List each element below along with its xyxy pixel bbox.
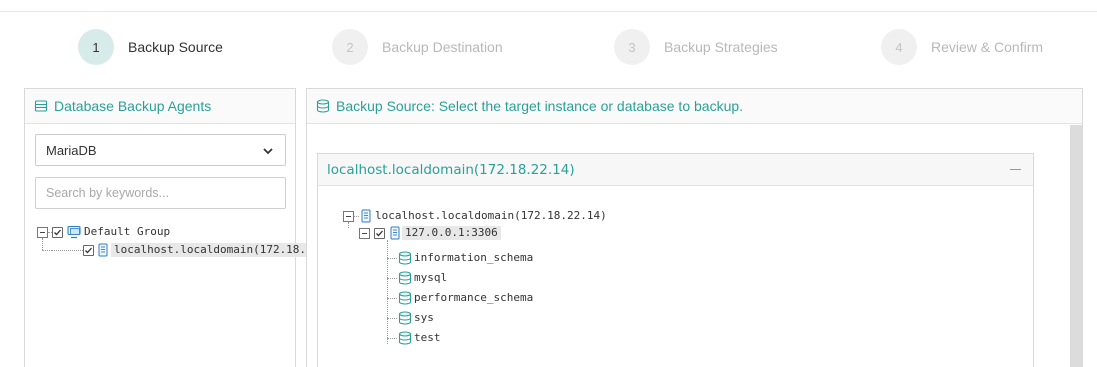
db-item[interactable]: sys — [414, 311, 434, 325]
agents-panel-header: Database Backup Agents — [25, 89, 295, 124]
tree-connector — [387, 298, 397, 299]
database-icon — [398, 311, 412, 330]
tree-connector — [387, 338, 397, 339]
agents-icon — [34, 99, 48, 113]
backup-source-panel: Backup Source: Select the target instanc… — [306, 88, 1083, 367]
step-1-label: Backup Source — [128, 39, 223, 55]
tree-connector — [52, 250, 83, 251]
step-1[interactable]: 1 Backup Source — [78, 29, 223, 65]
server-icon — [361, 209, 371, 228]
agents-panel-title: Database Backup Agents — [54, 98, 212, 114]
database-icon — [398, 291, 412, 310]
backup-source-title: Backup Source: Select the target instanc… — [336, 98, 744, 114]
db-item[interactable]: test — [414, 331, 441, 345]
db-item[interactable]: mysql — [414, 271, 447, 285]
database-icon — [316, 99, 330, 113]
db-item[interactable]: performance_schema — [414, 291, 533, 305]
step-2-number: 2 — [332, 29, 368, 65]
tree-connector — [42, 238, 43, 250]
step-2-label: Backup Destination — [382, 39, 503, 55]
tree-connector — [387, 258, 397, 259]
server-icon — [390, 226, 400, 245]
server-icon — [98, 243, 108, 262]
database-icon — [398, 251, 412, 270]
group-label[interactable]: Default Group — [84, 225, 170, 239]
step-3-number: 3 — [614, 29, 650, 65]
host-label[interactable]: localhost.localdomain(172.18. — [111, 243, 310, 257]
step-4-number: 4 — [881, 29, 917, 65]
step-2[interactable]: 2 Backup Destination — [332, 29, 503, 65]
collapse-button[interactable] — [1010, 169, 1021, 170]
db-item[interactable]: information_schema — [414, 251, 533, 265]
tree-connector — [42, 250, 52, 251]
instance-box: localhost.localdomain(172.18.22.14) loca… — [317, 153, 1034, 367]
tree-connector — [387, 278, 397, 279]
monitor-group-icon — [67, 225, 81, 244]
backup-source-header: Backup Source: Select the target instanc… — [307, 89, 1082, 124]
group-expander[interactable] — [37, 227, 48, 238]
root-label[interactable]: localhost.localdomain(172.18.22.14) — [375, 209, 607, 223]
root-expander[interactable] — [343, 211, 354, 222]
chevron-down-icon — [262, 145, 274, 157]
top-divider — [0, 11, 1097, 12]
host-checkbox[interactable] — [83, 245, 94, 256]
step-3-label: Backup Strategies — [664, 39, 778, 55]
tree-connector — [387, 240, 388, 344]
vertical-scrollbar[interactable] — [1070, 125, 1082, 367]
instance-header: localhost.localdomain(172.18.22.14) — [318, 154, 1033, 186]
agents-panel: Database Backup Agents MariaDB Default G… — [24, 88, 310, 367]
group-checkbox[interactable] — [52, 227, 63, 238]
agent-type-value: MariaDB — [46, 142, 97, 158]
port-checkbox[interactable] — [374, 228, 385, 239]
port-label[interactable]: 127.0.0.1:3306 — [402, 226, 501, 240]
tree-connector — [348, 222, 349, 228]
tree-connector — [387, 318, 397, 319]
port-expander[interactable] — [359, 228, 370, 239]
instance-header-label: localhost.localdomain(172.18.22.14) — [327, 161, 575, 178]
step-1-number: 1 — [78, 29, 114, 65]
database-icon — [398, 331, 412, 350]
search-input[interactable] — [35, 177, 286, 209]
step-4[interactable]: 4 Review & Confirm — [881, 29, 1043, 65]
database-icon — [398, 271, 412, 290]
step-3[interactable]: 3 Backup Strategies — [614, 29, 778, 65]
step-4-label: Review & Confirm — [931, 39, 1044, 55]
tree-connector — [354, 216, 359, 217]
agent-type-select[interactable]: MariaDB — [35, 134, 286, 166]
